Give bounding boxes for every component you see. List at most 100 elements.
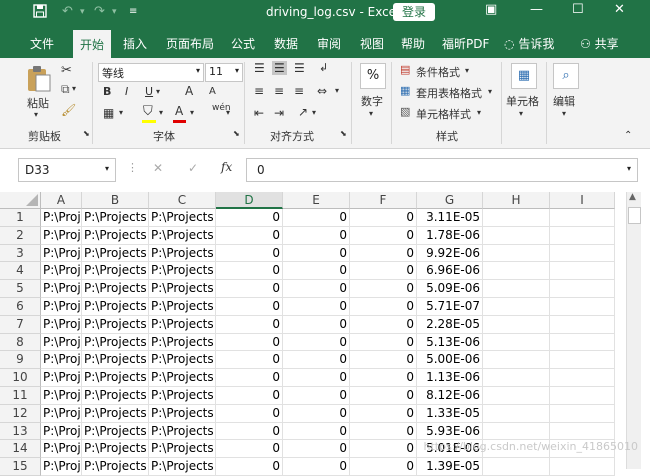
- paste-button-label[interactable]: 粘贴: [27, 95, 49, 111]
- tab-foxit-pdf[interactable]: 福昕PDF: [442, 35, 489, 52]
- row-header[interactable]: 13: [0, 422, 41, 441]
- cell-g4[interactable]: 6.96E-06: [417, 262, 483, 281]
- cells-button-label[interactable]: 单元格: [506, 93, 539, 109]
- row-header[interactable]: 5: [0, 280, 41, 298]
- cell-g8[interactable]: 5.13E-06: [417, 333, 483, 352]
- cell-i9[interactable]: [550, 351, 615, 370]
- cell-a1[interactable]: P:\Projects: [41, 209, 82, 227]
- column-header-g[interactable]: G: [417, 192, 483, 209]
- align-center-icon[interactable]: ≡: [274, 84, 284, 98]
- login-button[interactable]: 登录: [393, 3, 435, 21]
- name-box[interactable]: D33 ▾: [18, 158, 116, 182]
- cell-d5[interactable]: 0: [216, 280, 283, 298]
- row-header[interactable]: 2: [0, 226, 41, 245]
- increase-indent-icon[interactable]: ⇥: [274, 106, 284, 120]
- cell-b7[interactable]: P:\Projects: [82, 315, 149, 334]
- cell-i5[interactable]: [550, 280, 615, 298]
- tab-review[interactable]: 审阅: [317, 35, 341, 52]
- editing-button-label[interactable]: 编辑: [553, 93, 575, 109]
- merge-dropdown-icon[interactable]: ▾: [335, 86, 339, 95]
- maximize-icon[interactable]: ☐: [572, 2, 584, 17]
- cell-h7[interactable]: [483, 315, 550, 334]
- border-icon[interactable]: ▦: [103, 106, 114, 120]
- font-color-button[interactable]: A: [175, 104, 183, 118]
- row-header[interactable]: 4: [0, 262, 41, 281]
- cell-b14[interactable]: P:\Projects: [82, 440, 149, 459]
- cell-c5[interactable]: P:\Projects: [149, 280, 216, 298]
- conditional-formatting-dropdown-icon[interactable]: ▾: [465, 66, 469, 75]
- cell-i1[interactable]: [550, 209, 615, 227]
- cell-g5[interactable]: 5.09E-06: [417, 280, 483, 298]
- conditional-formatting-button[interactable]: 条件格式: [416, 64, 460, 80]
- cell-h9[interactable]: [483, 351, 550, 370]
- cell-e12[interactable]: 0: [283, 404, 350, 423]
- row-header[interactable]: 6: [0, 298, 41, 316]
- row-header[interactable]: 3: [0, 244, 41, 263]
- cell-b10[interactable]: P:\Projects: [82, 369, 149, 387]
- row-header[interactable]: 15: [0, 458, 41, 476]
- column-header-b[interactable]: B: [82, 192, 149, 209]
- redo-dropdown-icon[interactable]: ▾: [112, 7, 117, 17]
- tab-view[interactable]: 视图: [360, 35, 384, 52]
- cell-a8[interactable]: P:\Projects: [41, 333, 82, 352]
- undo-dropdown-icon[interactable]: ▾: [80, 7, 85, 17]
- cell-e7[interactable]: 0: [283, 315, 350, 334]
- cell-e4[interactable]: 0: [283, 262, 350, 281]
- cell-a5[interactable]: P:\Projects: [41, 280, 82, 298]
- cell-e9[interactable]: 0: [283, 351, 350, 370]
- number-format-icon[interactable]: %: [360, 63, 386, 89]
- column-header-i[interactable]: I: [550, 192, 615, 209]
- cell-g13[interactable]: 5.93E-06: [417, 422, 483, 441]
- row-header[interactable]: 11: [0, 387, 41, 405]
- orientation-icon[interactable]: ↗: [298, 105, 308, 119]
- search-icon[interactable]: ⌕: [553, 63, 579, 89]
- cell-d3[interactable]: 0: [216, 244, 283, 263]
- tab-help[interactable]: 帮助: [401, 35, 425, 52]
- tell-me-search[interactable]: ◌ 告诉我: [504, 35, 554, 52]
- cell-b13[interactable]: P:\Projects: [82, 422, 149, 441]
- cell-h13[interactable]: [483, 422, 550, 441]
- cell-c9[interactable]: P:\Projects: [149, 351, 216, 370]
- cell-b6[interactable]: P:\Projects: [82, 298, 149, 316]
- cell-e2[interactable]: 0: [283, 226, 350, 245]
- cell-a13[interactable]: P:\Projects: [41, 422, 82, 441]
- formula-input[interactable]: 0 ▾: [246, 158, 638, 182]
- cell-a12[interactable]: P:\Projects: [41, 404, 82, 423]
- editing-dropdown-icon[interactable]: ▾: [562, 109, 566, 118]
- tab-formulas[interactable]: 公式: [231, 35, 255, 52]
- cell-d4[interactable]: 0: [216, 262, 283, 281]
- row-header[interactable]: 1: [0, 209, 41, 227]
- align-top-icon[interactable]: ☰: [254, 61, 265, 75]
- cell-f4[interactable]: 0: [350, 262, 417, 281]
- column-header-e[interactable]: E: [283, 192, 350, 209]
- cell-e6[interactable]: 0: [283, 298, 350, 316]
- cell-c1[interactable]: P:\Projects: [149, 209, 216, 227]
- tab-data[interactable]: 数据: [274, 35, 298, 52]
- share-button[interactable]: ⚇ 共享: [580, 35, 619, 52]
- cell-f14[interactable]: 0: [350, 440, 417, 459]
- cell-d11[interactable]: 0: [216, 387, 283, 405]
- cell-f3[interactable]: 0: [350, 244, 417, 263]
- clipboard-launcher-icon[interactable]: ⬊: [83, 129, 90, 138]
- column-header-h[interactable]: H: [483, 192, 550, 209]
- merge-center-icon[interactable]: ⇔: [317, 84, 327, 98]
- cell-g10[interactable]: 1.13E-06: [417, 369, 483, 387]
- cell-g12[interactable]: 1.33E-05: [417, 404, 483, 423]
- cell-b15[interactable]: P:\Projects: [82, 458, 149, 476]
- cell-d14[interactable]: 0: [216, 440, 283, 459]
- cell-c15[interactable]: P:\Projects: [149, 458, 216, 476]
- cut-icon[interactable]: ✂: [61, 63, 72, 78]
- copy-icon[interactable]: ⧉: [61, 82, 70, 97]
- font-size-select[interactable]: 11 ▾: [205, 63, 243, 82]
- cell-e3[interactable]: 0: [283, 244, 350, 263]
- row-header[interactable]: 8: [0, 333, 41, 352]
- cell-a4[interactable]: P:\Projects: [41, 262, 82, 281]
- cell-f6[interactable]: 0: [350, 298, 417, 316]
- cell-a9[interactable]: P:\Projects: [41, 351, 82, 370]
- cell-d13[interactable]: 0: [216, 422, 283, 441]
- row-header[interactable]: 9: [0, 351, 41, 370]
- row-header[interactable]: 7: [0, 315, 41, 334]
- cell-c12[interactable]: P:\Projects: [149, 404, 216, 423]
- cell-h15[interactable]: [483, 458, 550, 476]
- select-all-corner[interactable]: [0, 192, 41, 209]
